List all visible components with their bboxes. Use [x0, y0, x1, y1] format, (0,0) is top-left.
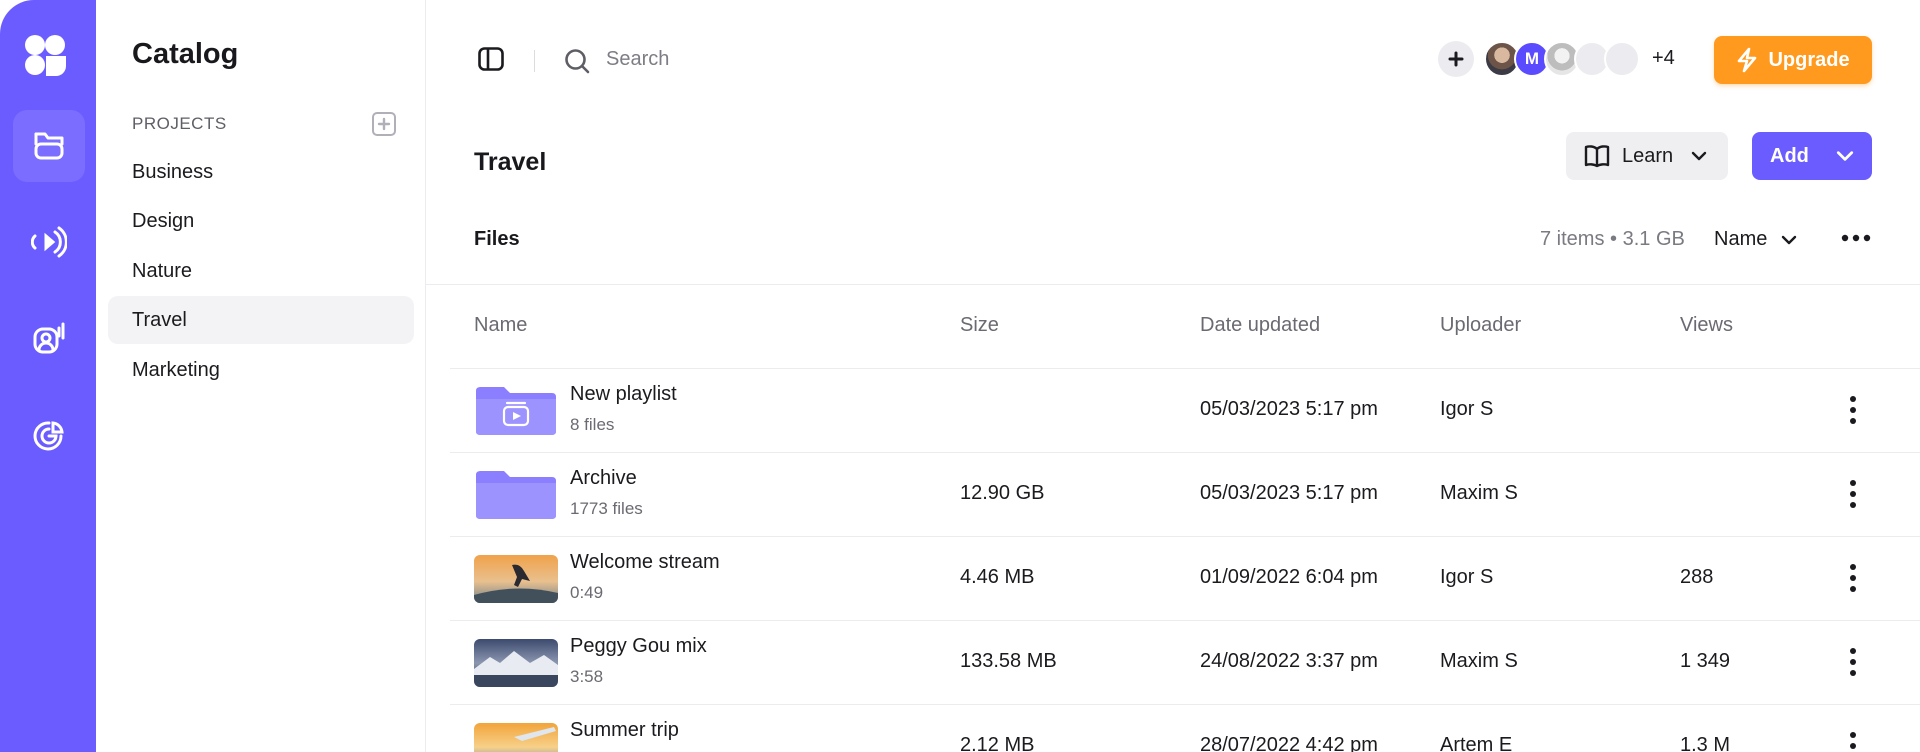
- book-icon: [1584, 145, 1610, 168]
- avatar-more-count[interactable]: +4: [1652, 47, 1675, 70]
- sidebar-item-nature[interactable]: Nature: [108, 247, 414, 295]
- projects-heading: PROJECTS: [132, 114, 227, 133]
- file-meta: 8 files: [570, 415, 615, 434]
- chart-icon: [33, 421, 64, 451]
- file-meta: 3:58: [570, 667, 604, 686]
- sidebar-item-business[interactable]: Business: [108, 148, 414, 196]
- file-date: 01/09/2022 6:04 pm: [1200, 566, 1378, 588]
- search-icon: [565, 49, 590, 74]
- file-date: 05/03/2023 5:17 pm: [1200, 482, 1378, 504]
- file-uploader: Igor S: [1440, 566, 1494, 588]
- sidebar-item-label: Travel: [132, 308, 187, 331]
- voice-user-icon: [33, 322, 65, 354]
- table-row[interactable]: Summer trip 2.12 MB 28/07/2022 4:42 pm A…: [450, 704, 1920, 752]
- more-vertical-icon[interactable]: [1850, 395, 1856, 425]
- file-name[interactable]: Welcome stream: [570, 551, 720, 574]
- sort-label: Name: [1714, 228, 1768, 250]
- divider: [426, 284, 1920, 285]
- column-header-size[interactable]: Size: [960, 314, 999, 337]
- main-content: M +4 Upgrade Travel Learn Add Files 7 it…: [426, 0, 1920, 752]
- rail-folder-button[interactable]: [13, 110, 85, 182]
- video-thumbnail: [474, 555, 558, 603]
- broadcast-icon: [31, 226, 67, 258]
- learn-label: Learn: [1622, 144, 1674, 167]
- plus-icon: [1448, 51, 1464, 67]
- folder-icon: [34, 132, 64, 160]
- file-uploader: Artem E: [1440, 734, 1513, 752]
- rail-chart-button[interactable]: [13, 400, 85, 472]
- file-meta: 0:49: [570, 583, 604, 602]
- sidebar-toggle-icon[interactable]: [478, 47, 504, 71]
- sidebar-item-label: Design: [132, 209, 195, 232]
- column-header-views[interactable]: Views: [1680, 314, 1733, 337]
- file-views: 288: [1680, 566, 1714, 588]
- file-name[interactable]: New playlist: [570, 383, 677, 406]
- add-label: Add: [1770, 144, 1809, 167]
- catalog-title: Catalog: [132, 38, 239, 70]
- more-vertical-icon[interactable]: [1850, 731, 1856, 752]
- sidebar-item-travel[interactable]: Travel: [108, 296, 414, 344]
- add-project-button[interactable]: [372, 112, 396, 136]
- file-size: 2.12 MB: [960, 734, 1035, 752]
- catalog-sidebar: Catalog PROJECTS Business Design Nature …: [96, 0, 426, 752]
- file-name[interactable]: Summer trip: [570, 719, 679, 742]
- chevron-down-icon: [1691, 151, 1707, 161]
- logo-icon[interactable]: [24, 34, 68, 76]
- sidebar-item-label: Nature: [132, 259, 193, 282]
- sidebar-item-design[interactable]: Design: [108, 197, 414, 245]
- table-row[interactable]: Welcome stream 0:49 4.46 MB 01/09/2022 6…: [450, 536, 1920, 620]
- page-title: Travel: [474, 148, 547, 176]
- file-name[interactable]: Archive: [570, 467, 637, 490]
- file-uploader: Maxim S: [1440, 650, 1518, 672]
- avatar[interactable]: [1604, 41, 1640, 77]
- file-uploader: Igor S: [1440, 398, 1494, 420]
- more-vertical-icon[interactable]: [1850, 479, 1856, 509]
- file-date: 05/03/2023 5:17 pm: [1200, 398, 1378, 420]
- files-summary: 7 items • 3.1 GB: [1540, 228, 1685, 250]
- column-header-date[interactable]: Date updated: [1200, 314, 1320, 337]
- more-horizontal-icon[interactable]: [1840, 224, 1872, 252]
- table-row[interactable]: Peggy Gou mix 3:58 133.58 MB 24/08/2022 …: [450, 620, 1920, 704]
- sidebar-item-label: Marketing: [132, 358, 220, 381]
- upgrade-button[interactable]: Upgrade: [1714, 36, 1872, 84]
- file-size: 4.46 MB: [960, 566, 1035, 588]
- file-size: 12.90 GB: [960, 482, 1045, 504]
- folder-icon: [476, 471, 556, 519]
- chevron-down-icon: [1836, 151, 1854, 161]
- playlist-folder-icon: [476, 387, 556, 435]
- table-row[interactable]: Archive 1773 files 12.90 GB 05/03/2023 5…: [450, 452, 1920, 536]
- files-label: Files: [474, 228, 520, 250]
- table-row[interactable]: New playlist 8 files 05/03/2023 5:17 pm …: [450, 368, 1920, 452]
- column-header-name[interactable]: Name: [474, 314, 527, 337]
- more-vertical-icon[interactable]: [1850, 563, 1856, 593]
- upgrade-label: Upgrade: [1768, 48, 1850, 71]
- plus-icon: [377, 117, 391, 131]
- column-header-uploader[interactable]: Uploader: [1440, 314, 1521, 337]
- sort-select[interactable]: Name: [1714, 228, 1797, 251]
- search-input[interactable]: [606, 44, 906, 74]
- learn-button[interactable]: Learn: [1566, 132, 1728, 180]
- sidebar-item-label: Business: [132, 160, 214, 183]
- icon-rail: [0, 0, 96, 752]
- file-size: 133.58 MB: [960, 650, 1057, 672]
- add-button[interactable]: Add: [1752, 132, 1872, 180]
- topbar-divider: [534, 50, 535, 72]
- file-date: 24/08/2022 3:37 pm: [1200, 650, 1378, 672]
- video-thumbnail: [474, 723, 558, 752]
- lightning-icon: [1738, 47, 1757, 73]
- file-name[interactable]: Peggy Gou mix: [570, 635, 707, 658]
- file-meta: 1773 files: [570, 499, 643, 518]
- rail-broadcast-button[interactable]: [13, 206, 85, 278]
- chevron-down-icon: [1782, 235, 1797, 244]
- add-member-button[interactable]: [1438, 41, 1474, 77]
- file-views: 1 349: [1680, 650, 1731, 672]
- more-vertical-icon[interactable]: [1850, 647, 1856, 677]
- file-date: 28/07/2022 4:42 pm: [1200, 734, 1378, 752]
- rail-voice-button[interactable]: [13, 302, 85, 374]
- sidebar-item-marketing[interactable]: Marketing: [108, 346, 414, 394]
- file-views: 1.3 M: [1680, 734, 1731, 752]
- file-uploader: Maxim S: [1440, 482, 1518, 504]
- video-thumbnail: [474, 639, 558, 687]
